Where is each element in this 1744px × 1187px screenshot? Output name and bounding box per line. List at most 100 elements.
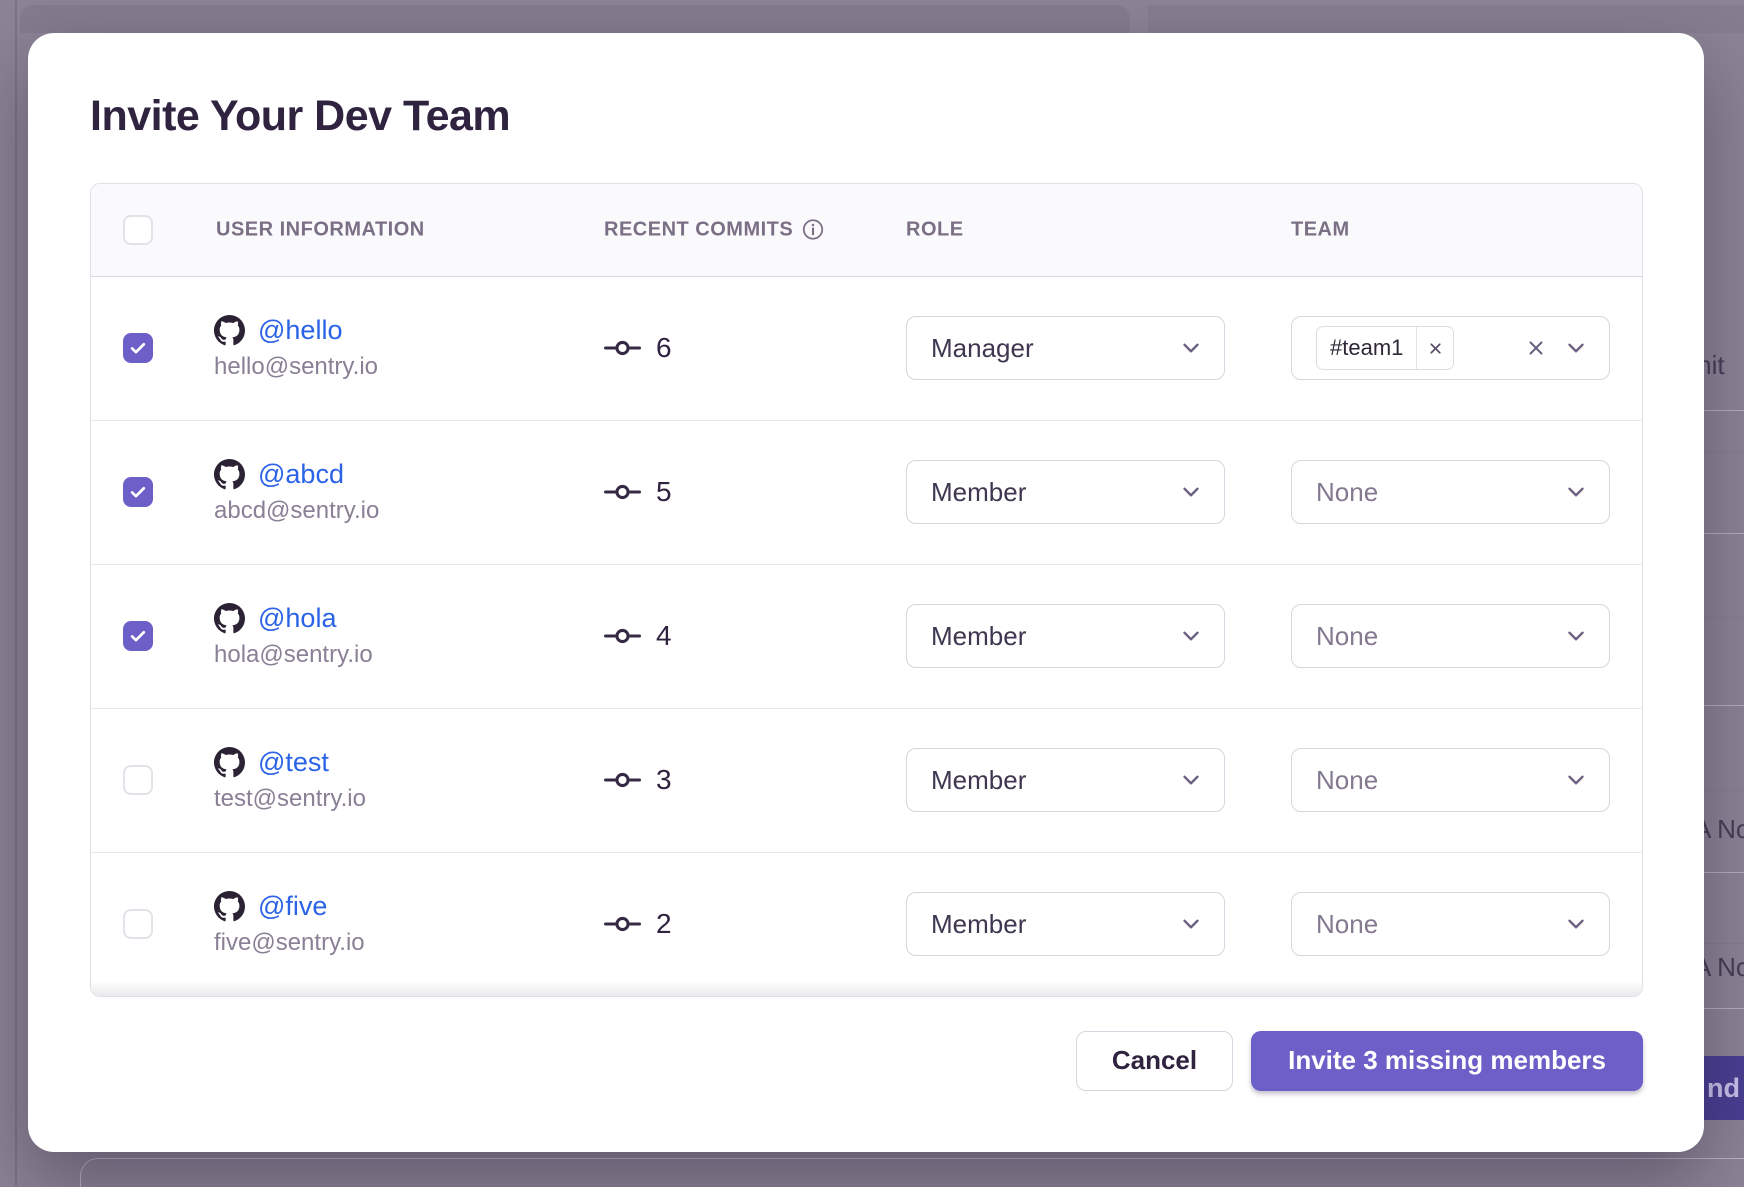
team-select[interactable]: None: [1291, 892, 1610, 956]
user-information-cell: @test test@sentry.io: [214, 747, 366, 813]
background-row-divider: [1700, 410, 1744, 411]
checkmark-icon: [128, 338, 148, 358]
recent-commits-cell: 4: [604, 620, 672, 652]
team-tag-pill: #team1: [1316, 326, 1454, 370]
team-select-value: None: [1316, 621, 1563, 652]
background-row-divider: [1700, 705, 1744, 706]
chevron-down-icon: [1178, 767, 1204, 793]
chevron-down-icon: [1178, 911, 1204, 937]
invite-dev-team-modal: Invite Your Dev Team USER INFORMATION RE…: [28, 33, 1704, 1152]
github-icon: [214, 747, 245, 778]
background-row-divider: [1700, 617, 1744, 618]
members-table: USER INFORMATION RECENT COMMITS ROLE TEA…: [90, 183, 1643, 997]
commit-count: 3: [656, 764, 672, 796]
user-email: test@sentry.io: [214, 785, 366, 813]
role-select[interactable]: Member: [906, 604, 1225, 668]
team-select[interactable]: None: [1291, 748, 1610, 812]
user-information-cell: @five five@sentry.io: [214, 891, 365, 957]
cancel-button[interactable]: Cancel: [1076, 1031, 1233, 1091]
team-clear-icon[interactable]: [1525, 337, 1547, 359]
background-row-divider: [1700, 533, 1744, 534]
team-tag-label: #team1: [1317, 335, 1416, 361]
role-select-value: Member: [931, 909, 1178, 940]
github-handle-link[interactable]: @five: [258, 891, 327, 922]
git-commit-icon: [604, 625, 641, 647]
team-select-value: None: [1316, 909, 1563, 940]
github-handle-link[interactable]: @hola: [258, 603, 336, 634]
chevron-down-icon: [1563, 767, 1589, 793]
git-commit-icon: [604, 769, 641, 791]
screen: { "modal": { "title": "Invite Your Dev T…: [0, 0, 1744, 1186]
github-handle-link[interactable]: @abcd: [258, 459, 344, 490]
github-icon: [214, 603, 245, 634]
role-select-value: Member: [931, 765, 1178, 796]
user-email: hello@sentry.io: [214, 353, 378, 381]
role-select[interactable]: Manager: [906, 316, 1225, 380]
row-checkbox[interactable]: [123, 765, 153, 795]
chevron-down-icon: [1563, 623, 1589, 649]
background-page-header-block: [1148, 5, 1744, 33]
commit-count: 6: [656, 332, 672, 364]
role-select-value: Member: [931, 621, 1178, 652]
chevron-down-icon: [1563, 911, 1589, 937]
user-information-cell: @hola hola@sentry.io: [214, 603, 373, 669]
info-icon[interactable]: [802, 219, 824, 241]
background-row-divider: [1700, 452, 1744, 453]
github-icon: [214, 891, 245, 922]
background-page-header-block: [20, 5, 1130, 33]
row-checkbox[interactable]: [123, 333, 153, 363]
team-select-value: None: [1316, 477, 1563, 508]
team-select[interactable]: None: [1291, 604, 1610, 668]
user-information-cell: @abcd abcd@sentry.io: [214, 459, 379, 525]
row-checkbox[interactable]: [123, 909, 153, 939]
column-header-team: TEAM: [1291, 218, 1350, 241]
row-checkbox[interactable]: [123, 477, 153, 507]
table-header: USER INFORMATION RECENT COMMITS ROLE TEA…: [91, 184, 1642, 277]
background-row-divider: [1700, 872, 1744, 873]
user-email: abcd@sentry.io: [214, 497, 379, 525]
recent-commits-cell: 6: [604, 332, 672, 364]
column-header-user-information: USER INFORMATION: [216, 218, 425, 241]
table-row: @five five@sentry.io 2 Member None: [91, 852, 1642, 996]
table-row: @test test@sentry.io 3 Member None: [91, 708, 1642, 852]
row-checkbox[interactable]: [123, 621, 153, 651]
git-commit-icon: [604, 481, 641, 503]
recent-commits-cell: 5: [604, 476, 672, 508]
table-row: @hola hola@sentry.io 4 Member None: [91, 564, 1642, 708]
chevron-down-icon: [1563, 335, 1589, 361]
table-row: @hello hello@sentry.io 6 Manager: [91, 277, 1642, 420]
github-handle-link[interactable]: @test: [258, 747, 329, 778]
git-commit-icon: [604, 913, 641, 935]
role-select[interactable]: Member: [906, 460, 1225, 524]
recent-commits-cell: 2: [604, 908, 672, 940]
recent-commits-cell: 3: [604, 764, 672, 796]
team-select-value: None: [1316, 765, 1563, 796]
background-panel-outline: [80, 1158, 1744, 1187]
git-commit-icon: [604, 337, 641, 359]
invite-members-button[interactable]: Invite 3 missing members: [1251, 1031, 1643, 1091]
table-rows: @hello hello@sentry.io 6 Manager: [91, 277, 1642, 996]
role-select[interactable]: Member: [906, 892, 1225, 956]
role-select[interactable]: Member: [906, 748, 1225, 812]
chevron-down-icon: [1178, 623, 1204, 649]
user-email: five@sentry.io: [214, 929, 365, 957]
github-handle-link[interactable]: @hello: [258, 315, 342, 346]
background-page-edge: [15, 0, 17, 1186]
background-row-divider: [1700, 1008, 1744, 1009]
commit-count: 5: [656, 476, 672, 508]
user-information-cell: @hello hello@sentry.io: [214, 315, 378, 381]
github-icon: [214, 459, 245, 490]
table-row: @abcd abcd@sentry.io 5 Member None: [91, 420, 1642, 564]
role-select-value: Manager: [931, 333, 1178, 364]
team-select[interactable]: #team1: [1291, 316, 1610, 380]
user-email: hola@sentry.io: [214, 641, 373, 669]
team-select[interactable]: None: [1291, 460, 1610, 524]
remove-team-icon[interactable]: [1416, 327, 1453, 369]
modal-footer: Cancel Invite 3 missing members: [90, 1031, 1643, 1091]
column-header-recent-commits: RECENT COMMITS: [604, 218, 824, 241]
commit-count: 2: [656, 908, 672, 940]
role-select-value: Member: [931, 477, 1178, 508]
select-all-checkbox[interactable]: [123, 215, 153, 245]
github-icon: [214, 315, 245, 346]
background-row-divider: [1700, 790, 1744, 791]
